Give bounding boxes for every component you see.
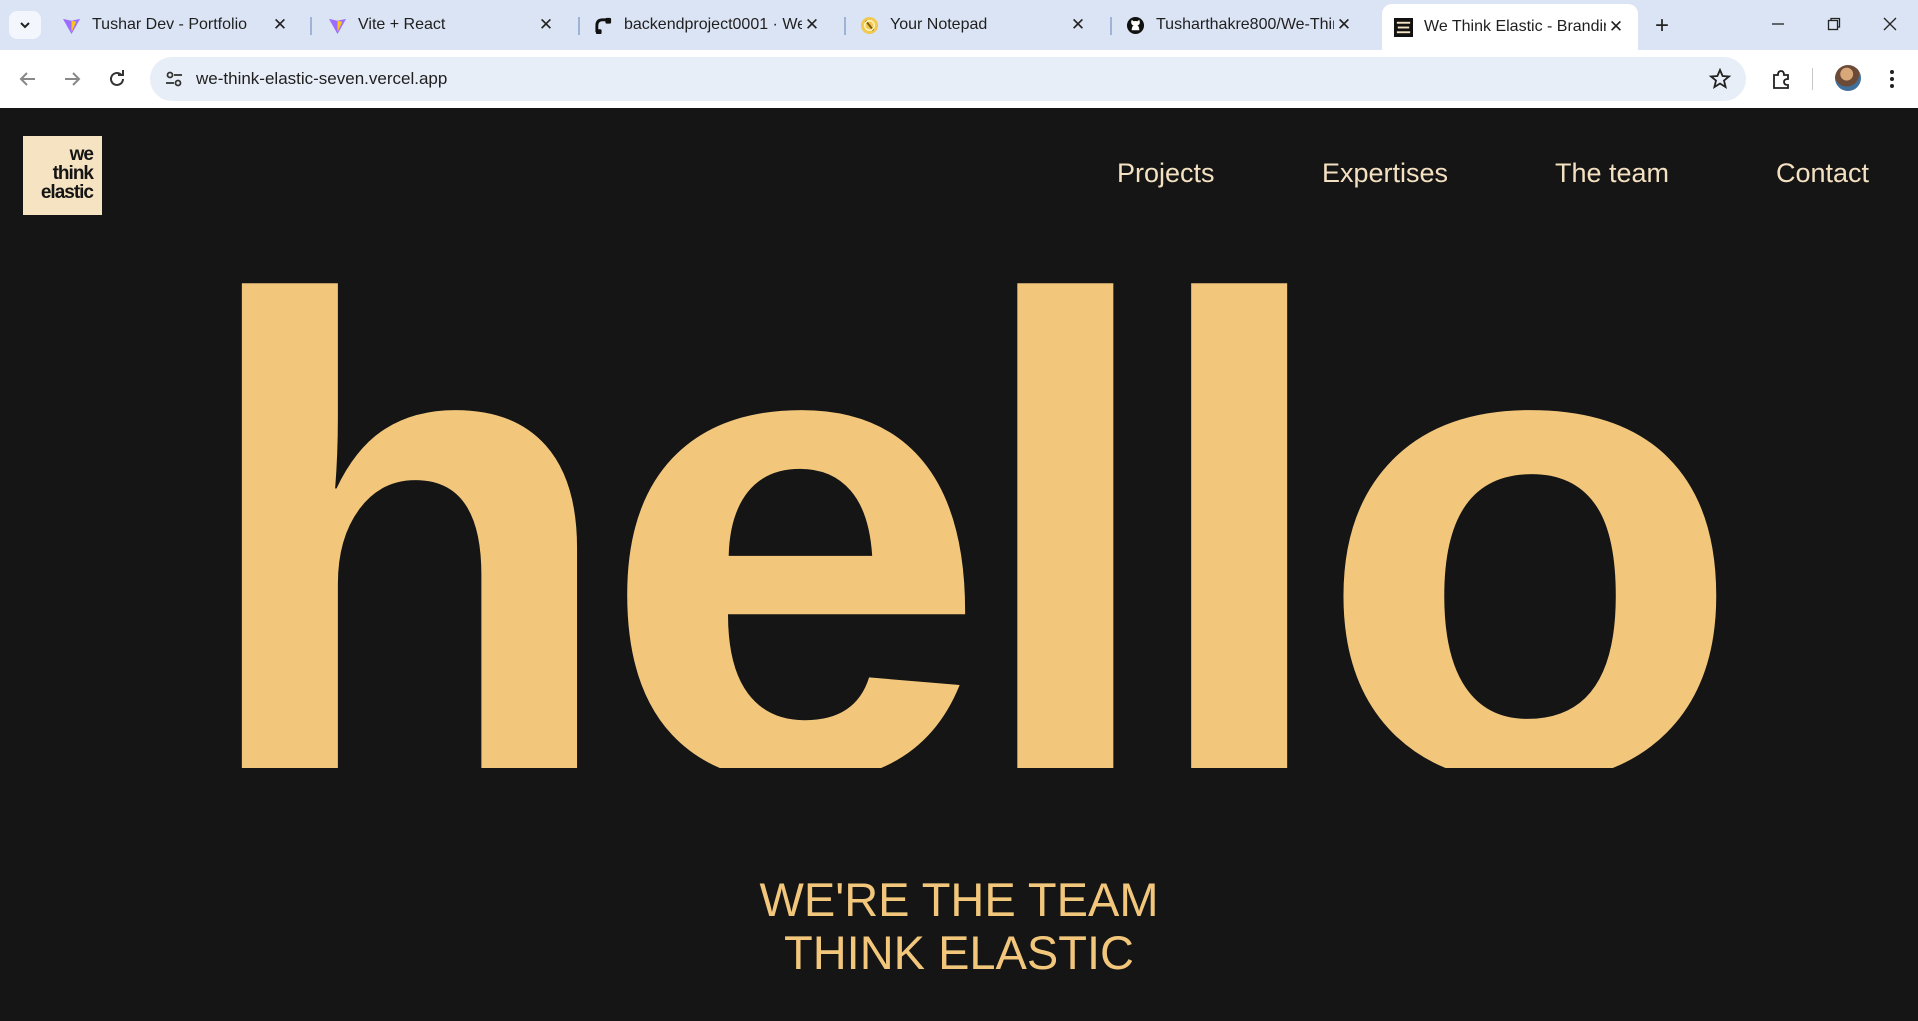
close-icon[interactable]: ✕ (1334, 15, 1354, 35)
new-tab-button[interactable]: + (1648, 12, 1676, 40)
tab-separator (578, 17, 580, 35)
tab-separator (310, 17, 312, 35)
vite-icon (328, 16, 347, 35)
forward-button[interactable] (54, 61, 90, 97)
restore-button[interactable] (1814, 8, 1854, 40)
tab-we-think-elastic[interactable]: We Think Elastic - Branding ✕ (1382, 4, 1638, 50)
puzzle-icon (1773, 70, 1789, 89)
toolbar-divider (1812, 68, 1813, 90)
render-icon (594, 16, 613, 35)
we-think-elastic-icon (1394, 17, 1413, 37)
logo-line: think (52, 163, 94, 184)
back-button[interactable] (10, 61, 46, 97)
tab-separator (1110, 17, 1112, 35)
hero-tagline: WE'RE THE TEAM THINK ELASTIC (0, 873, 1918, 979)
close-icon[interactable]: ✕ (270, 15, 290, 35)
url-text: we-think-elastic-seven.vercel.app (196, 69, 448, 88)
nav-link-the-team[interactable]: The team (1555, 158, 1669, 189)
tab-separator (844, 17, 846, 35)
tab-tushar-portfolio[interactable]: Tushar Dev - Portfolio ✕ (50, 9, 302, 41)
tab-backendproject[interactable]: backendproject0001 · Web ✕ (582, 9, 834, 41)
close-icon[interactable]: ✕ (1068, 15, 1088, 35)
tab-title: Vite + React (358, 16, 446, 33)
bookmark-star-icon[interactable] (1708, 67, 1732, 91)
plus-icon: + (1654, 12, 1669, 39)
browser-chrome: Tushar Dev - Portfolio ✕ Vite + React ✕ … (0, 0, 1918, 108)
close-icon (1883, 17, 1897, 31)
extensions-button[interactable] (1766, 64, 1796, 94)
tagline-line: WE'RE THE TEAM (759, 873, 1159, 926)
chevron-down-icon (20, 22, 30, 29)
minimize-button[interactable] (1758, 8, 1798, 40)
restore-icon (1827, 17, 1841, 31)
tab-search-button[interactable] (9, 11, 41, 39)
tab-your-notepad[interactable]: Your Notepad ✕ (848, 9, 1100, 41)
arrow-right-icon (65, 72, 81, 86)
nav-link-projects[interactable]: Projects (1117, 158, 1215, 189)
logo-line: elastic (40, 182, 94, 203)
reload-icon (110, 70, 124, 86)
tab-title: We Think Elastic - Branding (1424, 18, 1606, 35)
browser-toolbar: we-think-elastic-seven.vercel.app (0, 50, 1918, 108)
profile-avatar[interactable] (1835, 65, 1861, 91)
hero-word: hello (193, 268, 1723, 768)
close-icon[interactable]: ✕ (802, 15, 822, 35)
tab-title: Tusharthakre800/We-Think (1156, 16, 1334, 33)
site-settings-icon[interactable] (164, 69, 184, 89)
tab-title: backendproject0001 · Web (624, 16, 802, 33)
close-icon[interactable]: ✕ (1606, 17, 1626, 37)
github-icon (1126, 16, 1145, 35)
tab-vite-react[interactable]: Vite + React ✕ (316, 9, 568, 41)
hero-hello-text: hello (193, 268, 1743, 768)
reload-button[interactable] (99, 61, 135, 97)
close-window-button[interactable] (1870, 8, 1910, 40)
arrow-left-icon (19, 72, 35, 86)
site-logo[interactable]: we think elastic (23, 136, 102, 215)
web-page: we think elastic Projects Expertises The… (0, 108, 1918, 1021)
vite-icon (62, 16, 81, 35)
address-bar[interactable]: we-think-elastic-seven.vercel.app (150, 57, 1746, 101)
tab-github-repo[interactable]: Tusharthakre800/We-Think ✕ (1114, 9, 1366, 41)
tab-title: Your Notepad (890, 16, 988, 33)
browser-menu-button[interactable] (1877, 64, 1907, 94)
logo-line: we (69, 144, 94, 165)
notepad-icon (860, 16, 879, 35)
kebab-menu-icon (1890, 70, 1894, 88)
tagline-line: THINK ELASTIC (784, 926, 1134, 979)
nav-link-expertises[interactable]: Expertises (1322, 158, 1448, 189)
close-icon[interactable]: ✕ (536, 15, 556, 35)
tab-title: Tushar Dev - Portfolio (92, 16, 248, 33)
nav-link-contact[interactable]: Contact (1776, 158, 1869, 189)
tab-strip: Tushar Dev - Portfolio ✕ Vite + React ✕ … (0, 0, 1918, 50)
minimize-icon (1772, 23, 1784, 25)
